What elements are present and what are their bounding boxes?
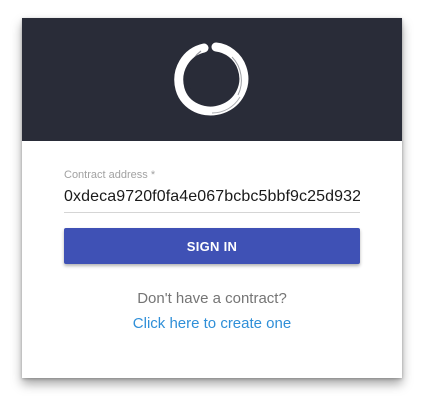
enso-circle-logo-icon bbox=[174, 42, 249, 116]
header-banner bbox=[22, 18, 402, 141]
login-card: Contract address * SIGN IN Don't have a … bbox=[22, 18, 402, 378]
contract-address-input[interactable] bbox=[64, 188, 360, 213]
sign-in-button[interactable]: SIGN IN bbox=[64, 228, 360, 264]
contract-address-field: Contract address * bbox=[64, 168, 360, 213]
create-contract-link[interactable]: Click here to create one bbox=[22, 315, 402, 333]
contract-address-label: Contract address * bbox=[64, 169, 156, 181]
no-contract-prompt: Don't have a contract? bbox=[137, 290, 287, 307]
